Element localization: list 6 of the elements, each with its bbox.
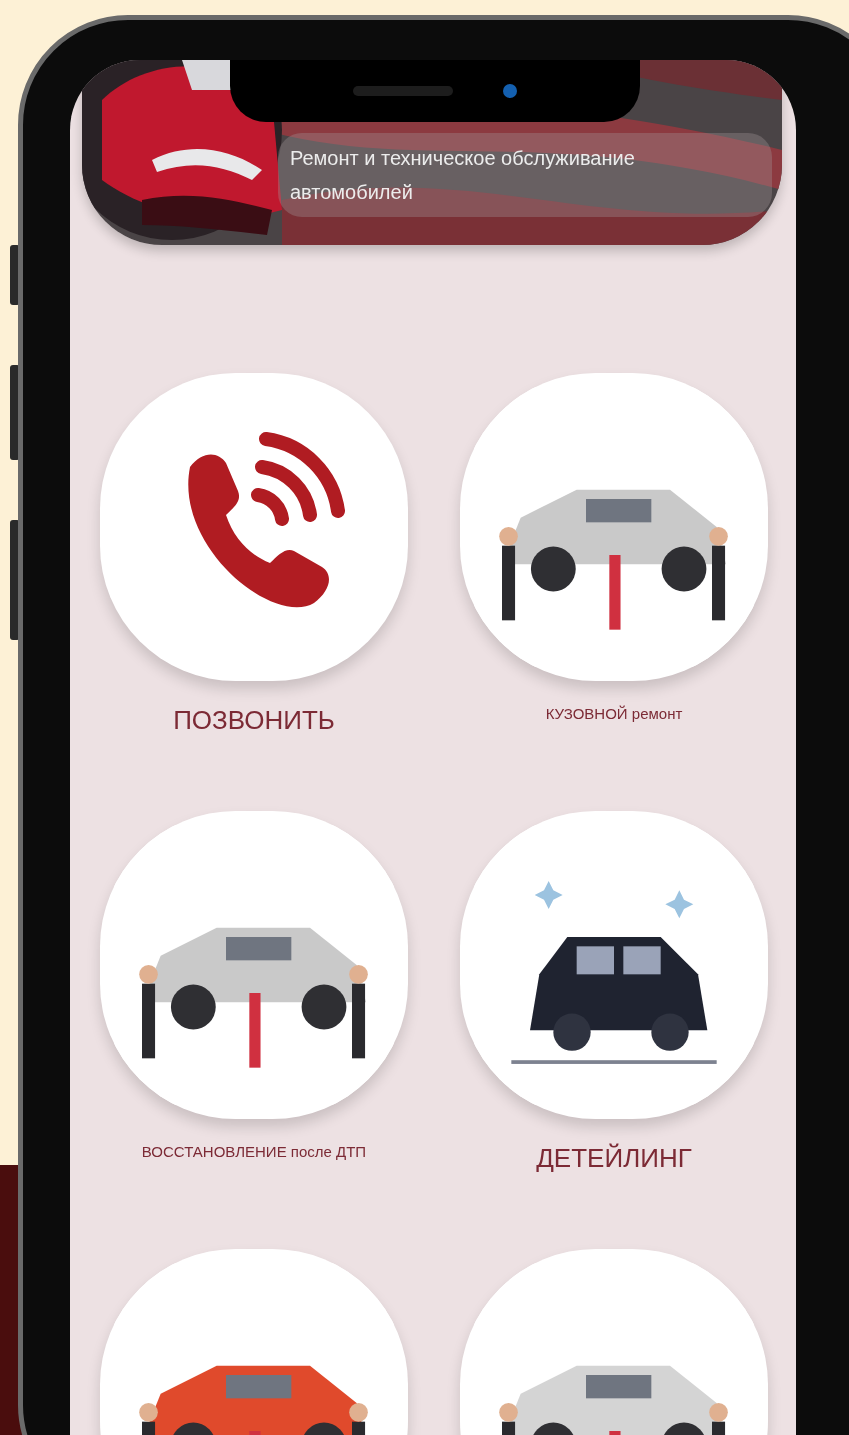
header-title: Ремонт и техническое обслуживание автомобилей <box>278 133 772 217</box>
camera-icon <box>503 84 517 98</box>
service-label: ВОССТАНОВЛЕНИЕ после ДТП <box>141 1143 367 1160</box>
service-label: ДЕТЕЙЛИНГ <box>536 1143 692 1174</box>
service-label: ПОЗВОНИТЬ <box>173 705 335 736</box>
service-label: КУЗОВНОЙ ремонт <box>545 705 683 722</box>
